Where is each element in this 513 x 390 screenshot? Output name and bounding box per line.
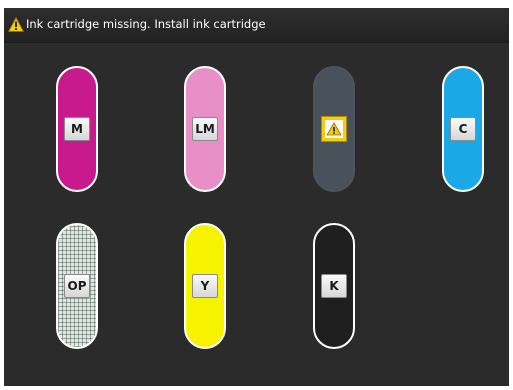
cartridge-slot-cyan[interactable]: C — [442, 66, 484, 192]
status-message: Ink cartridge missing. Install ink cartr… — [26, 17, 266, 31]
cartridge-label-black: K — [321, 274, 347, 298]
warning-icon — [7, 16, 25, 32]
cartridge-label-cyan: C — [450, 117, 476, 141]
cartridge-label-yellow: Y — [192, 274, 218, 298]
cartridge-label-optimizer: OP — [64, 274, 90, 298]
cartridge-slot-missing[interactable] — [313, 66, 355, 192]
status-bar: Ink cartridge missing. Install ink cartr… — [4, 8, 509, 43]
cartridge-slot-optimizer[interactable]: OP — [56, 223, 98, 349]
warning-icon — [326, 122, 342, 136]
missing-cartridge-warning — [321, 116, 347, 142]
cartridge-slot-magenta[interactable]: M — [56, 66, 98, 192]
cartridge-label-magenta: M — [64, 117, 90, 141]
cartridge-slot-light-magenta[interactable]: LM — [184, 66, 226, 192]
cartridge-label-light-magenta: LM — [192, 117, 218, 141]
cartridge-slot-yellow[interactable]: Y — [184, 223, 226, 349]
cartridge-slot-black[interactable]: K — [313, 223, 355, 349]
printer-display: Ink cartridge missing. Install ink cartr… — [4, 8, 509, 386]
